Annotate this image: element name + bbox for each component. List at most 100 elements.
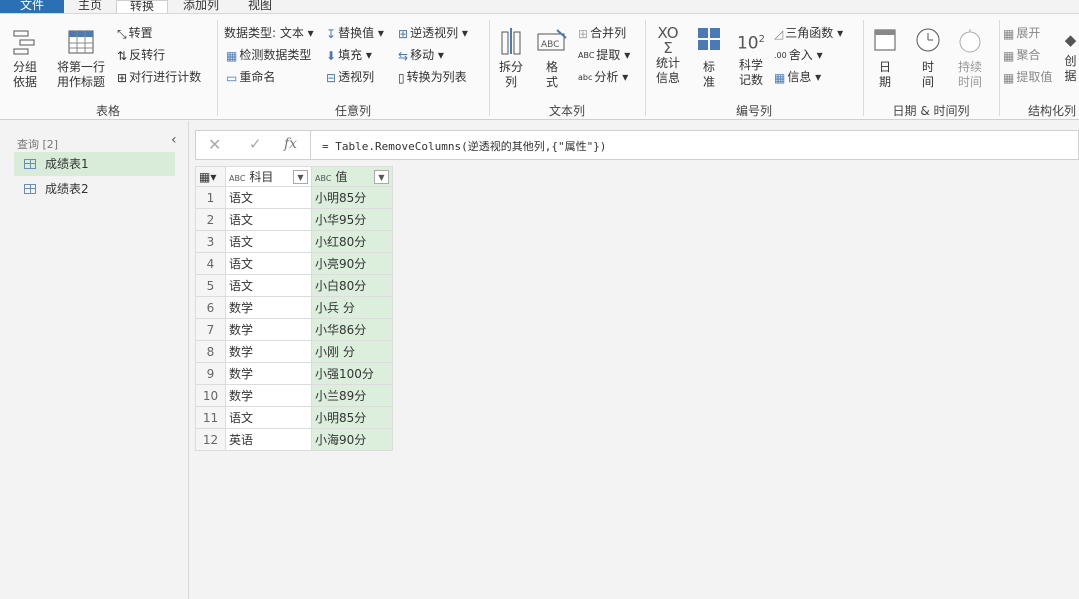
menu-bar: 文件 主页 转换 添加列 视图 bbox=[0, 0, 1079, 13]
trig-button[interactable]: ◿ 三角函数 ▾ bbox=[774, 25, 843, 42]
data-type-dropdown[interactable]: 数据类型: 文本 ▾ bbox=[224, 25, 314, 41]
cell-value[interactable]: 小刚 分 bbox=[311, 340, 393, 363]
fx-icon[interactable]: fx bbox=[284, 136, 297, 152]
count-rows-label: 对行进行计数 bbox=[129, 70, 202, 84]
table-row[interactable]: 8 数学 小刚 分 bbox=[195, 340, 393, 363]
cell-subject[interactable]: 数学 bbox=[225, 340, 312, 363]
table-row[interactable]: 1 语文 小明85分 bbox=[195, 186, 393, 209]
detect-type-button[interactable]: ▦ 检测数据类型 bbox=[226, 47, 311, 64]
use-first-row-button[interactable]: 将第一行 用作标题 bbox=[50, 28, 112, 90]
cancel-formula-icon[interactable]: ✕ bbox=[208, 135, 221, 154]
extract-values-button[interactable]: ▦ 提取值 bbox=[1003, 69, 1052, 86]
cell-subject[interactable]: 语文 bbox=[225, 274, 312, 297]
text-type-icon[interactable]: ABC bbox=[315, 174, 331, 183]
cell-subject[interactable]: 语文 bbox=[225, 252, 312, 275]
statistics-label: 统计 信息 bbox=[655, 56, 680, 85]
tab-transform[interactable]: 转换 bbox=[116, 0, 168, 13]
expand-button[interactable]: ▦ 展开 bbox=[1003, 25, 1040, 42]
cell-subject[interactable]: 数学 bbox=[225, 362, 312, 385]
table-menu-icon[interactable]: ▦▾ bbox=[195, 166, 226, 187]
cell-value[interactable]: 小兵 分 bbox=[311, 296, 393, 319]
rounding-button[interactable]: .00 舍入 ▾ bbox=[774, 47, 823, 64]
aggregate-label: 聚合 bbox=[1016, 48, 1041, 62]
standard-button[interactable]: 标 准 bbox=[692, 26, 726, 90]
cell-subject[interactable]: 语文 bbox=[225, 186, 312, 209]
time-button[interactable]: 时 间 bbox=[910, 26, 946, 90]
cell-value[interactable]: 小海90分 bbox=[311, 428, 393, 451]
cell-value[interactable]: 小华86分 bbox=[311, 318, 393, 341]
count-rows-button[interactable]: ⊞ 对行进行计数 bbox=[117, 69, 201, 86]
calendar-icon bbox=[874, 29, 896, 51]
parse-button[interactable]: abc 分析 ▾ bbox=[578, 69, 628, 86]
date-button[interactable]: 日 期 bbox=[868, 26, 902, 90]
statistics-button[interactable]: XO Σ 统计 信息 bbox=[648, 26, 688, 86]
cell-value[interactable]: 小明85分 bbox=[311, 186, 393, 209]
table-row[interactable]: 12 英语 小海90分 bbox=[195, 428, 393, 451]
column-header[interactable]: ABC 科目 ▼ bbox=[225, 166, 312, 187]
cell-subject[interactable]: 语文 bbox=[225, 208, 312, 231]
tab-view[interactable]: 视图 bbox=[234, 0, 286, 13]
rename-button[interactable]: ▭ 重命名 bbox=[226, 69, 275, 86]
table-row[interactable]: 6 数学 小兵 分 bbox=[195, 296, 393, 319]
pivot-button[interactable]: ⊟ 透视列 bbox=[326, 69, 374, 86]
column-header[interactable]: ABC 值 ▼ bbox=[311, 166, 393, 187]
table-row[interactable]: 2 语文 小华95分 bbox=[195, 208, 393, 231]
extract-button[interactable]: ABC 提取 ▾ bbox=[578, 47, 630, 64]
cell-value[interactable]: 小白80分 bbox=[311, 274, 393, 297]
standard-math-icon bbox=[698, 28, 720, 50]
cell-subject[interactable]: 语文 bbox=[225, 230, 312, 253]
extract-values-icon: ▦ bbox=[1003, 70, 1015, 85]
tab-file[interactable]: 文件 bbox=[0, 0, 64, 13]
cell-subject[interactable]: 英语 bbox=[225, 428, 312, 451]
transpose-button[interactable]: ⤡ 转置 bbox=[117, 25, 153, 42]
clock-icon bbox=[916, 28, 940, 52]
create-data-label: 创 据 bbox=[1064, 54, 1077, 83]
filter-dropdown-icon[interactable]: ▼ bbox=[293, 170, 308, 184]
split-column-button[interactable]: 拆分 列 bbox=[494, 26, 528, 90]
merge-columns-button[interactable]: ⊞ 合并列 bbox=[578, 25, 626, 42]
cell-value[interactable]: 小红80分 bbox=[311, 230, 393, 253]
table-row[interactable]: 9 数学 小强100分 bbox=[195, 362, 393, 385]
query-item[interactable]: 成绩表1 bbox=[14, 152, 175, 176]
scientific-button[interactable]: 102 科学 记数 bbox=[730, 26, 772, 88]
move-icon: ⇆ bbox=[398, 48, 409, 63]
confirm-formula-icon[interactable]: ✓ bbox=[249, 135, 262, 153]
table-row[interactable]: 4 语文 小亮90分 bbox=[195, 252, 393, 275]
table-row[interactable]: 5 语文 小白80分 bbox=[195, 274, 393, 297]
unpivot-button[interactable]: ⊞ 逆透视列 ▾ bbox=[398, 25, 468, 42]
cell-value[interactable]: 小强100分 bbox=[311, 362, 393, 385]
cell-subject[interactable]: 数学 bbox=[225, 318, 312, 341]
data-type-label: 数据类型: 文本 bbox=[224, 26, 304, 40]
cell-subject[interactable]: 语文 bbox=[225, 406, 312, 429]
row-number: 7 bbox=[195, 318, 226, 341]
tab-add-column[interactable]: 添加列 bbox=[170, 0, 232, 13]
fill-button[interactable]: ⬇ 填充 ▾ bbox=[326, 47, 372, 64]
aggregate-button[interactable]: ▦ 聚合 bbox=[1003, 47, 1040, 64]
table-row[interactable]: 3 语文 小红80分 bbox=[195, 230, 393, 253]
to-list-button[interactable]: ▯ 转换为列表 bbox=[398, 69, 467, 86]
cell-value[interactable]: 小华95分 bbox=[311, 208, 393, 231]
information-button[interactable]: ▦ 信息 ▾ bbox=[774, 69, 821, 86]
query-item[interactable]: 成绩表2 bbox=[14, 177, 175, 201]
cell-value[interactable]: 小兰89分 bbox=[311, 384, 393, 407]
reverse-rows-button[interactable]: ⇅ 反转行 bbox=[117, 47, 165, 64]
collapse-pane-icon[interactable]: ‹ bbox=[171, 132, 177, 148]
move-button[interactable]: ⇆ 移动 ▾ bbox=[398, 47, 444, 64]
duration-button[interactable]: 持续 时间 bbox=[950, 26, 990, 90]
filter-dropdown-icon[interactable]: ▼ bbox=[374, 170, 389, 184]
merge-columns-label: 合并列 bbox=[590, 26, 627, 40]
replace-values-button[interactable]: ↧ 替换值 ▾ bbox=[326, 25, 384, 42]
text-type-icon[interactable]: ABC bbox=[229, 174, 245, 183]
tab-home[interactable]: 主页 bbox=[64, 0, 116, 13]
group-by-button[interactable]: 分组 依据 bbox=[6, 28, 44, 90]
cell-subject[interactable]: 数学 bbox=[225, 296, 312, 319]
table-row[interactable]: 11 语文 小明85分 bbox=[195, 406, 393, 429]
cell-value[interactable]: 小明85分 bbox=[311, 406, 393, 429]
cell-value[interactable]: 小亮90分 bbox=[311, 252, 393, 275]
cell-subject[interactable]: 数学 bbox=[225, 384, 312, 407]
table-row[interactable]: 10 数学 小兰89分 bbox=[195, 384, 393, 407]
create-data-button[interactable]: ◆ 创 据 bbox=[1062, 26, 1079, 84]
table-row[interactable]: 7 数学 小华86分 bbox=[195, 318, 393, 341]
formula-input[interactable]: = Table.RemoveColumns(逆透视的其他列,{"属性"}) bbox=[322, 138, 606, 154]
format-button[interactable]: ABC 格 式 bbox=[532, 26, 572, 90]
